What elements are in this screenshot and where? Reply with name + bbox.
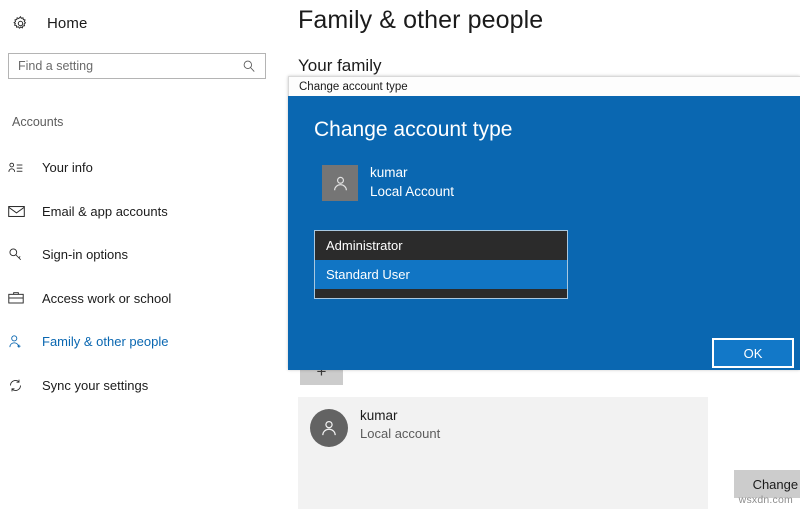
change-account-type-dialog: Change account type Change account type … — [288, 76, 800, 370]
sidebar-item-email-app-accounts[interactable]: Email & app accounts — [0, 190, 290, 234]
dialog-body: Change account type kumar Local Account … — [288, 96, 800, 370]
person-avatar-icon — [310, 409, 348, 447]
sidebar-section-label: Accounts — [12, 115, 63, 129]
dialog-heading: Change account type — [314, 118, 512, 142]
briefcase-icon — [8, 291, 34, 305]
sidebar-item-label: Sign-in options — [42, 247, 128, 262]
dropdown-option-standard-user[interactable]: Standard User — [315, 260, 567, 289]
sidebar-item-label: Access work or school — [42, 291, 171, 306]
sidebar-item-label: Your info — [42, 160, 93, 175]
home-nav-button[interactable]: Home — [8, 8, 270, 38]
sidebar-item-label: Sync your settings — [42, 378, 148, 393]
home-label: Home — [47, 15, 87, 32]
dialog-titlebar[interactable]: Change account type — [288, 76, 800, 96]
settings-sidebar: Home Accounts — [0, 0, 290, 512]
sidebar-item-your-info[interactable]: Your info — [0, 146, 290, 190]
search-box[interactable] — [8, 53, 266, 79]
dialog-titlebar-text: Change account type — [289, 81, 408, 93]
sidebar-item-label: Family & other people — [42, 334, 168, 349]
key-icon — [8, 247, 34, 262]
account-type-dropdown-list[interactable]: Administrator Standard User — [314, 230, 568, 299]
sidebar-item-access-work-or-school[interactable]: Access work or school — [0, 277, 290, 321]
envelope-icon — [8, 205, 34, 218]
sidebar-item-sync-your-settings[interactable]: Sync your settings — [0, 364, 290, 408]
sidebar-item-family-other-people[interactable]: Family & other people — [0, 320, 290, 364]
dropdown-option-administrator[interactable]: Administrator — [315, 231, 567, 260]
dialog-user-account-type: Local Account — [370, 184, 454, 199]
sidebar-item-sign-in-options[interactable]: Sign-in options — [0, 233, 290, 277]
sidebar-nav: Your info Email & app accounts — [0, 146, 290, 407]
search-icon[interactable] — [238, 54, 265, 78]
gear-icon — [12, 15, 29, 32]
sync-icon — [8, 378, 34, 393]
sidebar-item-label: Email & app accounts — [42, 204, 168, 219]
dialog-user-name: kumar — [370, 165, 408, 180]
person-add-icon — [8, 334, 34, 349]
ok-button[interactable]: OK — [712, 338, 794, 368]
user-account-card: kumar Local account — [298, 397, 708, 509]
user-details-icon — [8, 161, 34, 174]
dropdown-scroll-remainder — [315, 289, 567, 298]
user-card-name: kumar — [360, 408, 398, 423]
settings-window: Home Accounts — [0, 0, 800, 512]
user-card-account-type: Local account — [360, 426, 440, 441]
page-title: Family & other people — [298, 6, 543, 35]
search-input[interactable] — [9, 54, 238, 78]
your-family-heading: Your family — [298, 56, 381, 76]
watermark: wsxdn.com — [739, 494, 793, 506]
person-avatar-icon — [322, 165, 358, 201]
